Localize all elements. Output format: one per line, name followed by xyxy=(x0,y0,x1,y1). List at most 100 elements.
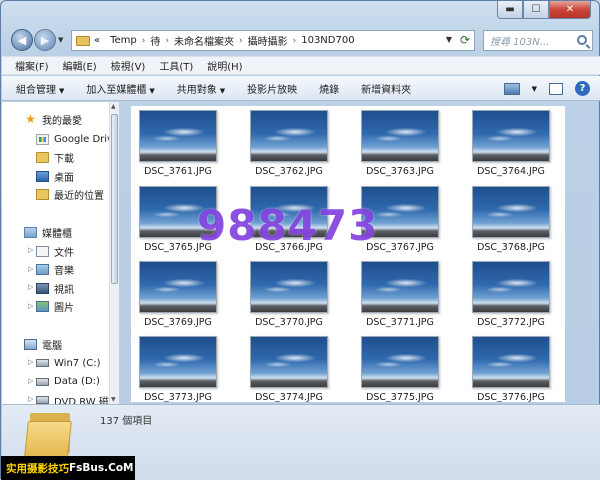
command-button[interactable]: 共用對象 ▼ xyxy=(177,81,225,96)
sidebar-item[interactable]: 桌面 xyxy=(36,167,74,185)
breadcrumb-separator-icon[interactable]: › xyxy=(142,36,146,46)
scroll-down-icon[interactable]: ▼ xyxy=(111,396,116,403)
sidebar-item[interactable]: 文件 xyxy=(36,242,74,260)
sidebar-item[interactable]: 視訊 xyxy=(36,279,74,297)
file-thumbnail[interactable]: DSC_3761.JPG xyxy=(138,110,218,178)
credit-site: FsBus.CoM xyxy=(69,462,134,474)
sidebar-item[interactable]: 圖片 xyxy=(36,298,74,316)
sidebar-item-label: Data (D:) xyxy=(54,376,100,387)
file-thumbnail[interactable]: DSC_3763.JPG xyxy=(360,110,440,178)
file-name: DSC_3773.JPG xyxy=(144,392,212,402)
forward-button[interactable]: ▶ xyxy=(34,29,56,51)
refresh-icon[interactable]: ⟳ xyxy=(460,33,470,47)
command-button[interactable]: 組合管理 ▼ xyxy=(16,81,64,96)
breadcrumb-item[interactable]: 103ND700 xyxy=(301,35,354,46)
change-view-icon[interactable] xyxy=(503,82,520,95)
file-thumbnail[interactable]: DSC_3771.JPG xyxy=(360,261,440,329)
breadcrumb-separator-icon[interactable]: › xyxy=(239,36,243,46)
file-list: DSC_3761.JPG DSC_3762.JPG DSC_3763.JPG DSC_… xyxy=(131,106,565,402)
recent-pages-chevron-icon[interactable]: ▼ xyxy=(58,36,63,44)
expand-arrow-icon[interactable]: ▷ xyxy=(28,302,33,310)
address-bar[interactable]: « Temp › 待 › 未命名檔案夾 › 攝時攝影 › 103ND700 ▼ ⟳ xyxy=(71,30,475,51)
command-button[interactable]: 投影片放映 xyxy=(247,81,297,96)
command-label: 加入至媒體櫃 xyxy=(86,84,147,96)
sidebar-item[interactable]: 音樂 xyxy=(36,261,74,279)
breadcrumb-item[interactable]: 待 xyxy=(150,33,160,48)
navigation-pane: ★ 我的最愛 Google Drive 下載 桌面 最近的位置 媒體櫃 ▷ 文件 ▷ 音樂 ▷… xyxy=(2,102,119,404)
sidebar-item[interactable]: 最近的位置 xyxy=(36,186,104,204)
file-thumbnail[interactable]: DSC_3772.JPG xyxy=(471,261,551,329)
breadcrumb-item[interactable]: Temp xyxy=(110,35,137,46)
menu-item[interactable]: 檔案(F) xyxy=(8,58,56,73)
menu-item[interactable]: 工具(T) xyxy=(152,58,200,73)
command-label: 投影片放映 xyxy=(247,84,298,96)
expand-arrow-icon[interactable]: ▷ xyxy=(28,246,33,254)
expand-arrow-icon[interactable]: ▷ xyxy=(28,358,33,366)
help-icon[interactable]: ? xyxy=(575,81,590,96)
sidebar-item-libraries[interactable]: 媒體櫃 xyxy=(24,223,72,241)
photo-preview xyxy=(139,110,217,162)
address-dropdown-icon[interactable]: ▼ xyxy=(446,35,452,44)
photo-preview xyxy=(361,336,439,388)
breadcrumb-separator-icon[interactable]: › xyxy=(165,36,169,46)
sidebar-item[interactable]: DVD RW 磁碟 xyxy=(36,391,119,404)
command-button[interactable]: 加入至媒體櫃 ▼ xyxy=(86,81,154,96)
video-icon xyxy=(36,282,49,294)
file-name: DSC_3772.JPG xyxy=(477,317,545,328)
command-bar: 組合管理 ▼ 加入至媒體櫃 ▼ 共用對象 ▼ 投影片放映 燒錄 新增資料夾 ▼ ? xyxy=(2,76,600,101)
file-thumbnail[interactable]: DSC_3775.JPG xyxy=(360,336,440,402)
navigation-scrollbar[interactable]: ▲ ▼ xyxy=(109,102,119,404)
file-thumbnail[interactable]: DSC_3773.JPG xyxy=(138,336,218,402)
scroll-up-icon[interactable]: ▲ xyxy=(111,103,116,110)
expand-arrow-icon[interactable]: ▷ xyxy=(28,283,33,291)
file-name: DSC_3776.JPG xyxy=(477,392,545,402)
sidebar-item[interactable]: Data (D:) xyxy=(36,373,100,391)
photo-preview xyxy=(361,261,439,313)
sidebar-item[interactable]: Google Drive xyxy=(36,130,119,148)
close-button[interactable]: ✕ xyxy=(549,1,591,19)
file-name: DSC_3769.JPG xyxy=(144,317,212,328)
maximize-button[interactable]: ☐ xyxy=(523,1,549,19)
preview-pane-icon[interactable] xyxy=(549,82,563,95)
menu-item[interactable]: 檢視(V) xyxy=(104,58,153,73)
folder-icon xyxy=(24,407,74,459)
sidebar-item-label: 文件 xyxy=(54,247,74,259)
file-thumbnail[interactable]: DSC_3768.JPG xyxy=(471,186,551,254)
file-thumbnail[interactable]: DSC_3762.JPG xyxy=(249,110,329,178)
command-button[interactable]: 燒錄 xyxy=(319,81,339,96)
sidebar-item-computer[interactable]: 電腦 xyxy=(24,335,62,353)
sidebar-item-label: 視訊 xyxy=(54,284,74,296)
breadcrumb-item[interactable]: « xyxy=(94,35,100,46)
chevron-down-icon: ▼ xyxy=(219,86,226,95)
expand-arrow-icon[interactable]: ▷ xyxy=(28,265,33,273)
sidebar-item[interactable]: 下載 xyxy=(36,149,74,167)
breadcrumb-item[interactable]: 未命名檔案夾 xyxy=(174,33,234,48)
back-button[interactable]: ◀ xyxy=(11,29,33,51)
library-icon xyxy=(24,226,37,238)
file-name: DSC_3768.JPG xyxy=(477,242,545,253)
breadcrumb-item[interactable]: 攝時攝影 xyxy=(248,33,288,48)
sidebar-item[interactable]: Win7 (C:) xyxy=(36,354,100,372)
file-thumbnail[interactable]: DSC_3776.JPG xyxy=(471,336,551,402)
file-thumbnail[interactable]: DSC_3770.JPG xyxy=(249,261,329,329)
minimize-button[interactable]: ▬ xyxy=(497,1,523,19)
menu-item[interactable]: 說明(H) xyxy=(200,58,249,73)
watermark: 988473 xyxy=(197,201,379,250)
search-icon[interactable] xyxy=(577,35,587,45)
scroll-thumb[interactable] xyxy=(111,114,118,284)
command-button[interactable]: 新增資料夾 xyxy=(361,81,411,96)
expand-arrow-icon[interactable]: ▷ xyxy=(28,395,33,403)
search-input[interactable]: 搜尋 103N... xyxy=(483,30,593,51)
file-thumbnail[interactable]: DSC_3769.JPG xyxy=(138,261,218,329)
sidebar-item-favorites[interactable]: ★ 我的最愛 xyxy=(24,110,82,128)
view-options-chevron-icon[interactable]: ▼ xyxy=(532,85,537,93)
expand-arrow-icon[interactable]: ▷ xyxy=(28,377,33,385)
file-thumbnail[interactable]: DSC_3764.JPG xyxy=(471,110,551,178)
desktop-icon xyxy=(36,170,49,182)
file-name: DSC_3774.JPG xyxy=(255,392,323,402)
file-thumbnail[interactable]: DSC_3774.JPG xyxy=(249,336,329,402)
file-name: DSC_3775.JPG xyxy=(366,392,434,402)
music-icon xyxy=(36,264,49,275)
menu-item[interactable]: 編輯(E) xyxy=(56,58,104,73)
breadcrumb-separator-icon[interactable]: › xyxy=(293,36,297,46)
